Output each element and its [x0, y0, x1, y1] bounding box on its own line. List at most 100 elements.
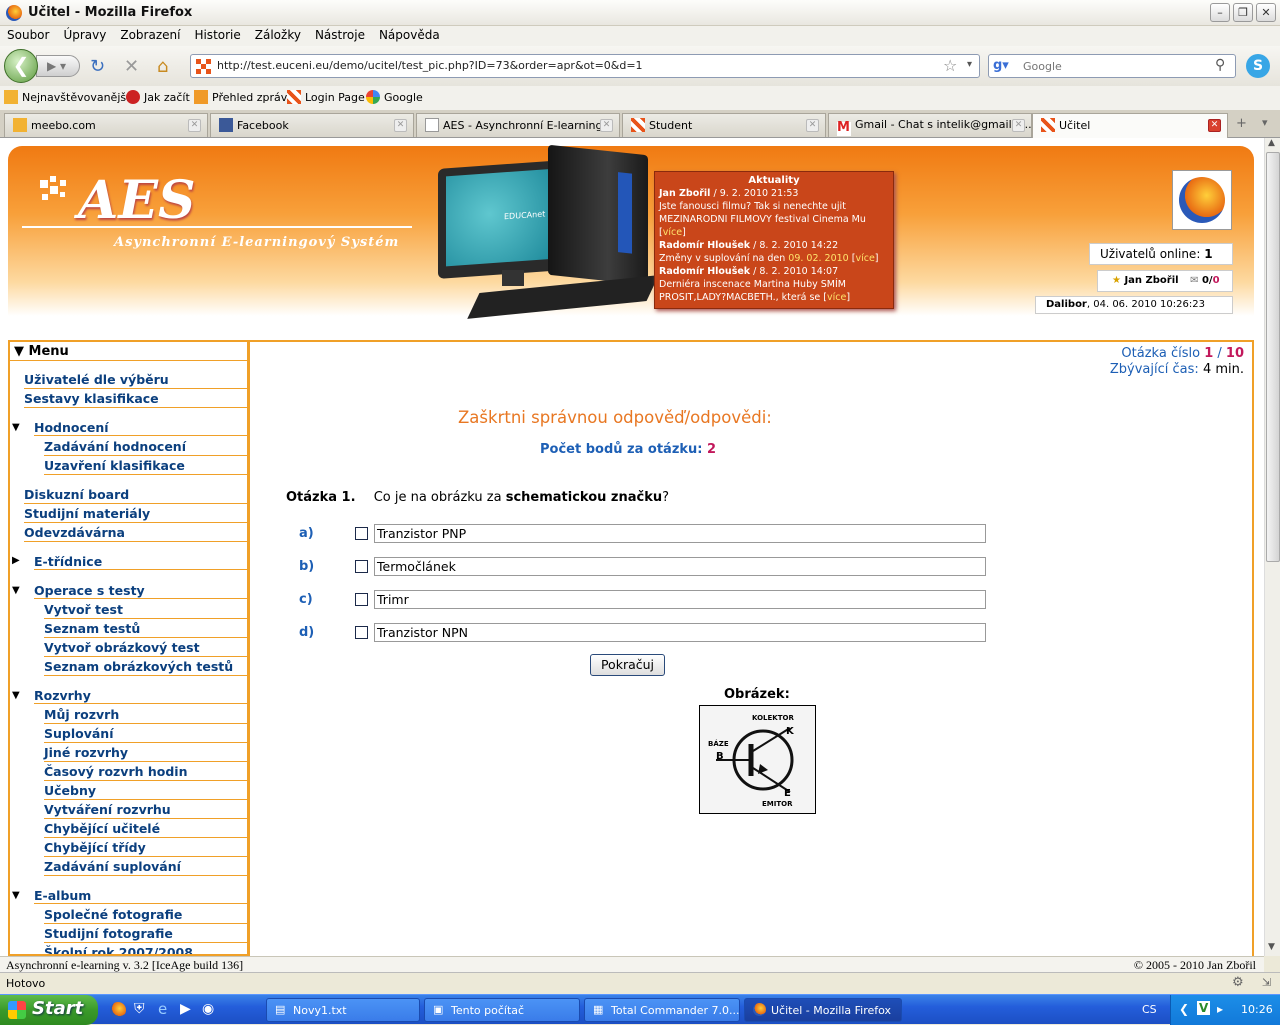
sidebar-item-grade-entry[interactable]: Zadávání hodnocení	[44, 439, 247, 456]
sidebar-item-picture-test-list[interactable]: Seznam obrázkových testů	[44, 659, 247, 676]
forward-button[interactable]: ▶ ▾	[36, 55, 80, 77]
tray-expand-icon[interactable]: ❮	[1179, 1002, 1189, 1016]
sidebar-item-build-timetable[interactable]: Vytváření rozvrhu	[44, 802, 247, 819]
tab-list-icon[interactable]: ▾	[1262, 116, 1268, 129]
sidebar-section-e-classbook[interactable]: E-třídnice	[34, 554, 247, 570]
message-icon[interactable]: ✉	[1190, 275, 1198, 286]
close-tab-icon[interactable]: ✕	[1208, 119, 1221, 132]
sidebar-item-my-timetable[interactable]: Můj rozvrh	[44, 707, 247, 724]
google-engine-icon[interactable]: g▾	[993, 58, 1009, 73]
quicklaunch-app-icon[interactable]: ◉	[202, 1001, 214, 1017]
taskbar-item-my-computer[interactable]: ▣ Tento počítač	[424, 998, 580, 1022]
sidebar-item-school-year[interactable]: Školní rok 2007/2008	[44, 945, 247, 954]
sidebar-item-grade-reports[interactable]: Sestavy klasifikace	[24, 391, 247, 408]
stop-icon[interactable]: ✕	[124, 56, 139, 77]
quicklaunch-media-icon[interactable]: ▶	[180, 1001, 191, 1017]
menu-nastroje[interactable]: Nástroje	[308, 26, 372, 42]
skype-icon[interactable]: S	[1246, 54, 1270, 78]
sidebar-section-timetables[interactable]: Rozvrhy	[34, 688, 247, 704]
quicklaunch-shield-icon[interactable]: ⛨	[134, 1001, 145, 1017]
bookmark-news[interactable]: Přehled zpráv	[194, 90, 287, 104]
tab-meebo[interactable]: meebo.com ✕	[4, 113, 208, 137]
answer-b-checkbox[interactable]	[355, 560, 368, 573]
clock[interactable]: 10:26	[1241, 1003, 1273, 1016]
sidebar-item-test-list[interactable]: Seznam testů	[44, 621, 247, 638]
new-tab-icon[interactable]: +	[1236, 116, 1247, 131]
answer-d-checkbox[interactable]	[355, 626, 368, 639]
news-more-link[interactable]: více	[827, 292, 846, 303]
sidebar-item-discussion-board[interactable]: Diskuzní board	[24, 487, 247, 504]
answer-c-checkbox[interactable]	[355, 593, 368, 606]
tab-aes[interactable]: AES - Asynchronní E-learning... ✕	[416, 113, 620, 137]
scroll-down-icon[interactable]: ▼	[1268, 942, 1275, 952]
sidebar-item-substitution-entry[interactable]: Zadávání suplování	[44, 859, 247, 876]
taskbar-item-novy1[interactable]: ▤ Novy1.txt	[266, 998, 420, 1022]
sidebar-item-study-photos[interactable]: Studijní fotografie	[44, 926, 247, 943]
tab-facebook[interactable]: Facebook ✕	[210, 113, 414, 137]
home-icon[interactable]: ⌂	[157, 56, 168, 77]
expand-down-icon[interactable]: ▼	[12, 690, 20, 701]
tab-ucitel[interactable]: Učitel ✕	[1032, 113, 1228, 139]
start-button[interactable]: Start	[0, 995, 98, 1025]
bookmark-star-icon[interactable]: ☆	[943, 56, 957, 75]
news-more-link[interactable]: více	[855, 253, 874, 264]
menu-historie[interactable]: Historie	[187, 26, 247, 42]
bookmark-most-visited[interactable]: Nejnavštěvovanější	[4, 90, 129, 104]
close-tab-icon[interactable]: ✕	[806, 119, 819, 132]
menu-zobrazeni[interactable]: Zobrazení	[113, 26, 187, 42]
menu-zalozky[interactable]: Záložky	[248, 26, 308, 42]
expand-down-icon[interactable]: ▼	[12, 585, 20, 596]
tab-gmail[interactable]: M Gmail - Chat s intelik@gmail.c... ✕	[828, 113, 1032, 137]
sidebar-item-absent-teachers[interactable]: Chybějící učitelé	[44, 821, 247, 838]
close-tab-icon[interactable]: ✕	[600, 119, 613, 132]
search-icon[interactable]: ⚲	[1215, 57, 1225, 73]
scrollbar-thumb[interactable]	[1266, 152, 1280, 562]
sidebar-item-close-grading[interactable]: Uzavření klasifikace	[44, 458, 247, 475]
quicklaunch-firefox-icon[interactable]	[110, 1002, 126, 1018]
url-bar[interactable]: http://test.euceni.eu/demo/ucitel/test_p…	[190, 54, 980, 78]
close-tab-icon[interactable]: ✕	[1012, 119, 1025, 132]
menu-heading[interactable]: ▼ Menu	[14, 344, 69, 359]
sidebar-item-other-timetables[interactable]: Jiné rozvrhy	[44, 745, 247, 762]
bookmark-login-page[interactable]: Login Page	[287, 90, 365, 104]
menu-napoveda[interactable]: Nápověda	[372, 26, 447, 42]
quicklaunch-ie-icon[interactable]: e	[158, 1000, 167, 1018]
taskbar-item-firefox[interactable]: Učitel - Mozilla Firefox	[744, 998, 902, 1022]
user-name[interactable]: Jan Zbořil	[1124, 275, 1178, 286]
continue-button[interactable]: Pokračuj	[590, 654, 665, 676]
taskbar-item-total-commander[interactable]: ▦ Total Commander 7.0...	[584, 998, 740, 1022]
back-button[interactable]: ❮	[4, 49, 38, 83]
menu-upravy[interactable]: Úpravy	[56, 26, 113, 42]
maximize-button[interactable]: ❐	[1233, 3, 1253, 22]
sidebar-item-submissions[interactable]: Odevzdávárna	[24, 525, 247, 542]
expand-down-icon[interactable]: ▼	[12, 890, 20, 901]
url-dropdown-icon[interactable]: ▾	[967, 59, 972, 70]
sidebar-item-shared-photos[interactable]: Společné fotografie	[44, 907, 247, 924]
scroll-up-icon[interactable]: ▲	[1268, 138, 1275, 148]
page-scrollbar[interactable]: ▲ ▼	[1264, 138, 1280, 956]
close-window-button[interactable]: ✕	[1256, 3, 1276, 22]
sidebar-section-e-album[interactable]: E-album	[34, 888, 247, 904]
sidebar-item-substitutions[interactable]: Suplování	[44, 726, 247, 743]
tab-student[interactable]: Student ✕	[622, 113, 826, 137]
sidebar-item-lesson-times[interactable]: Časový rozvrh hodin	[44, 764, 247, 781]
sidebar-item-users[interactable]: Uživatelé dle výběru	[24, 372, 247, 389]
tray-app-icon[interactable]: V	[1197, 1001, 1211, 1015]
bookmark-google[interactable]: Google	[366, 90, 423, 104]
expand-right-icon[interactable]: ▶	[12, 555, 20, 566]
news-more-link[interactable]: více	[663, 227, 682, 238]
reload-icon[interactable]: ↻	[90, 56, 105, 77]
sidebar-section-grading[interactable]: Hodnocení	[34, 420, 247, 436]
search-input[interactable]	[1023, 58, 1203, 74]
addon-icon[interactable]: ⚙	[1232, 975, 1244, 990]
expand-down-icon[interactable]: ▼	[12, 422, 20, 433]
sidebar-section-tests[interactable]: Operace s testy	[34, 583, 247, 599]
close-tab-icon[interactable]: ✕	[188, 119, 201, 132]
sidebar-item-absent-classes[interactable]: Chybějící třídy	[44, 840, 247, 857]
close-tab-icon[interactable]: ✕	[394, 119, 407, 132]
menu-soubor[interactable]: Soubor	[0, 26, 56, 42]
sidebar-item-study-materials[interactable]: Studijní materiály	[24, 506, 247, 523]
tray-network-icon[interactable]: ▸	[1217, 1002, 1223, 1016]
answer-a-checkbox[interactable]	[355, 527, 368, 540]
sidebar-item-create-test[interactable]: Vytvoř test	[44, 602, 247, 619]
